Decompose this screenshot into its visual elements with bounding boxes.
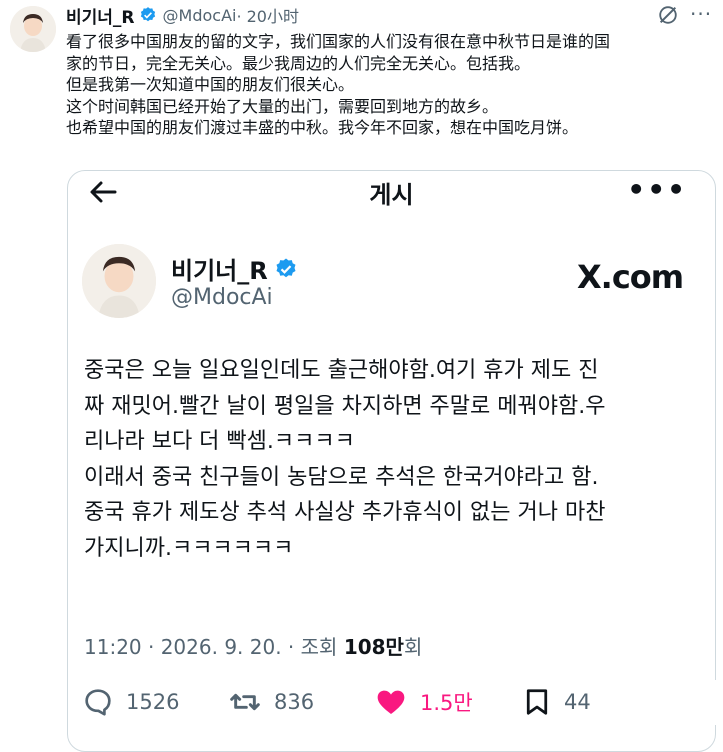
embedded-text-line: 리나라 보다 더 빡셈.ㅋㅋㅋㅋ: [84, 429, 355, 454]
embedded-post-text: 중국은 오늘 일요일인데도 출근해야함.여기 휴가 제도 진 짜 재밋어.빨간 …: [84, 353, 714, 566]
repost-count: 836: [274, 690, 315, 714]
post-meta: 11:20 · 2026. 9. 20. · 조회 108만회: [84, 631, 422, 660]
tweet-text: 看了很多中国朋友的留的文字，我们国家的人们没有很在意中秋节日是谁的国 家的节日，…: [66, 31, 716, 139]
tweet-text-line: 看了很多中国朋友的留的文字，我们国家的人们没有很在意中秋节日是谁的国: [66, 32, 611, 51]
bookmark-count: 44: [564, 690, 591, 714]
post-header-title: 게시: [369, 181, 414, 209]
embedded-author-avatar: [82, 244, 156, 318]
repost-icon: [230, 693, 260, 711]
x-logo: X.com: [577, 258, 684, 296]
author-handle[interactable]: @MdocAi: [163, 6, 237, 25]
timestamp[interactable]: · 20小时: [236, 3, 299, 27]
embedded-text-line: 중국 휴가 제도상 추석 사실상 추가휴식이 없는 거나 마찬: [84, 500, 606, 525]
verified-badge-icon: [276, 258, 296, 277]
more-options-icon: •••: [627, 173, 687, 206]
tweet-header: 비기너_R @MdocAi · 20小时: [66, 3, 299, 28]
grok-icon[interactable]: [657, 4, 679, 26]
tweet-text-line: 但是我第一次知道中国的朋友们很关心。: [66, 75, 355, 94]
embedded-text-line: 중국은 오늘 일요일인데도 출근해야함.여기 휴가 제도 진: [84, 358, 599, 383]
embedded-post-image[interactable]: 게시 ••• 비기너_R @MdocAi X.com 중국은 오늘 일요일인데도…: [67, 170, 716, 752]
embedded-author-name-text: 비기너_R: [171, 257, 268, 285]
like-count: 1.5만: [420, 691, 473, 715]
reply-icon: [85, 689, 111, 716]
repost-action: 836: [228, 686, 314, 718]
embedded-text-line: 가지니까.ㅋㅋㅋㅋㅋㅋ: [84, 535, 294, 561]
bookmark-action: 44: [522, 686, 591, 718]
tweet-text-line: 也希望中国的朋友们渡过丰盛的中秋。我今年不回家，想在中国吃月饼。: [66, 118, 579, 137]
more-icon[interactable]: ···: [690, 2, 712, 26]
embedded-text-line: 짜 재밋어.빨간 날이 평일을 차지하면 주말로 메꿔야함.우: [84, 393, 606, 419]
embedded-text-line: 이래서 중국 친구들이 농담으로 추석은 한국거야라고 함.: [84, 464, 599, 490]
avatar-illustration: [10, 6, 56, 52]
view-count: 108만: [343, 635, 404, 659]
tweet-text-line: 这个时间韩国已经开始了大量的出门，需要回到地方的故乡。: [66, 96, 499, 116]
reply-count: 1526: [126, 690, 180, 714]
view-suffix: 회: [403, 635, 423, 659]
bookmark-icon: [526, 689, 548, 715]
tweet-text-line: 家的节日，完全无关心。最少我周边的人们完全无关心。包括我。: [66, 53, 531, 73]
image-fade-overlay: [600, 680, 723, 725]
author-avatar[interactable]: [10, 6, 56, 52]
author-name[interactable]: 비기너_R: [66, 3, 135, 28]
heart-icon: [377, 690, 405, 714]
like-action: 1.5만: [374, 686, 473, 718]
reply-action: 1526: [82, 686, 179, 718]
verified-badge-icon: [140, 7, 155, 22]
avatar-illustration: [82, 244, 156, 318]
post-timestamp: 11:20 · 2026. 9. 20. · 조회: [84, 635, 344, 659]
embedded-author-name: 비기너_R: [171, 251, 298, 286]
embedded-author-handle: @MdocAi: [171, 285, 273, 310]
